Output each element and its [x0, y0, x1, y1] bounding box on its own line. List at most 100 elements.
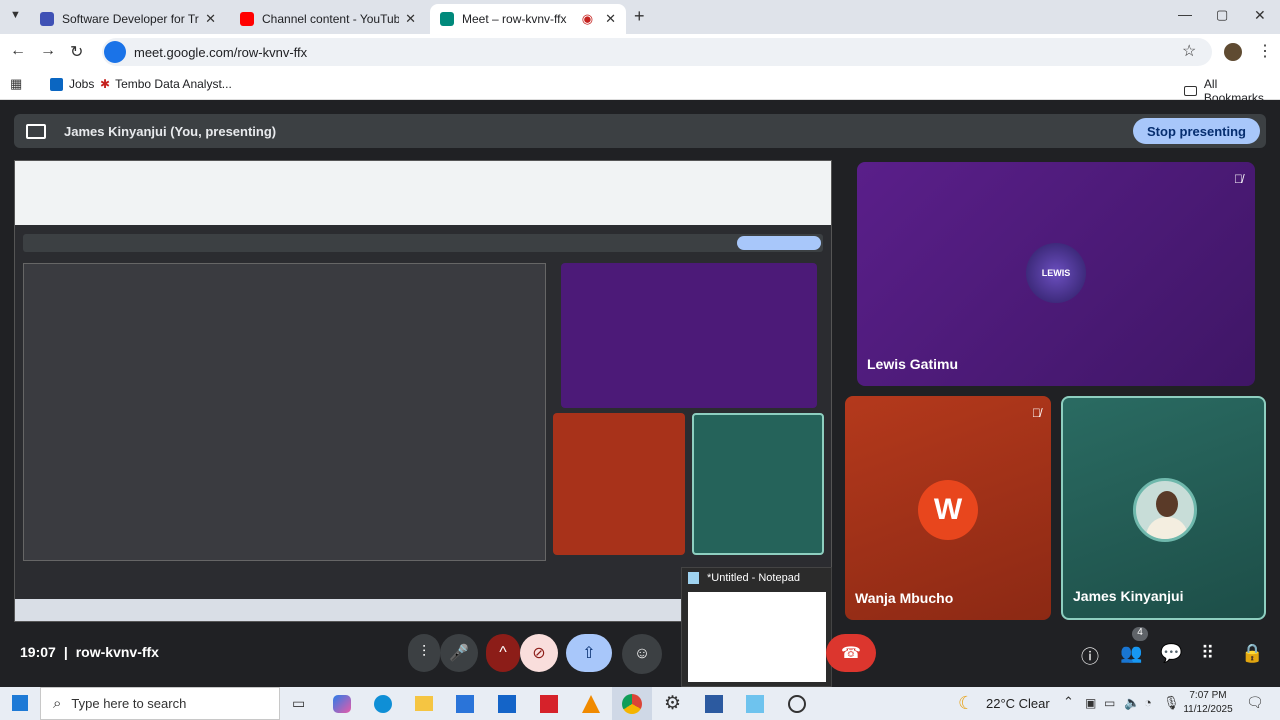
bookmark-tembo[interactable]: ✱ Tembo Data Analyst... [100, 77, 232, 91]
visual-studio-icon[interactable] [705, 695, 723, 713]
back-icon[interactable]: ← [10, 42, 26, 60]
present-screen-icon [26, 123, 46, 139]
vlc-icon[interactable] [582, 695, 600, 713]
presenting-bar: James Kinyanjui (You, presenting) [14, 114, 1266, 148]
shared-lewis-tile [561, 263, 817, 408]
address-bar[interactable]: meet.google.com/row-kvnv-ffx [102, 38, 1212, 66]
wanja-avatar: W [918, 480, 978, 540]
volume-icon[interactable]: 🔈 [1124, 695, 1140, 711]
taskbar-clock[interactable]: 7:07 PM 11/12/2025 [1182, 689, 1234, 717]
menu-kebab-icon[interactable]: ⋮ [1257, 41, 1273, 61]
maximize-icon[interactable]: ▢ [1216, 7, 1228, 23]
wanja-avatar-letter: W [933, 493, 963, 526]
office-app-icon[interactable] [540, 695, 558, 713]
apps-grid-icon[interactable]: ▦ [10, 76, 22, 92]
stop-presenting-button[interactable]: Stop presenting [1133, 118, 1260, 144]
clock-time: 7:07 PM [1189, 690, 1227, 701]
reactions-button[interactable]: ☺ [622, 634, 662, 674]
browser-tab-bar: ▼ Software Developer for Training ✕ Chan… [0, 0, 1280, 34]
weather-moon-icon: ☾ [958, 693, 975, 713]
mic-button[interactable]: 🎤 [440, 634, 478, 672]
copilot-icon[interactable] [333, 695, 351, 713]
edge-icon[interactable] [374, 695, 392, 713]
video-options-button[interactable]: ^ [486, 634, 520, 672]
new-tab-icon[interactable]: + [634, 6, 645, 27]
tab-meet[interactable]: Meet – row-kvnv-ffx ◉ ✕ [430, 4, 626, 34]
site-info-icon[interactable] [104, 41, 126, 63]
tab-title: Software Developer for Training [62, 12, 199, 26]
bookmark-label: Jobs [69, 77, 95, 91]
browser-toolbar: ← → ↻ meet.google.com/row-kvnv-ffx ☆ ⋮ [0, 34, 1280, 70]
mic-off-icon: 🎙̸ [1234, 172, 1243, 186]
recorder-icon[interactable] [788, 695, 806, 713]
notepad-thumbnail [688, 592, 826, 682]
tab-youtube-studio[interactable]: Channel content - YouTube Stu ✕ [230, 4, 426, 34]
system-tray-chevron-icon[interactable]: ⌃ [1063, 694, 1074, 710]
folder-icon [1184, 86, 1197, 96]
linkedin-icon [50, 77, 63, 91]
taskbar-search[interactable]: ⌕ Type here to search [40, 687, 280, 720]
separator: | [63, 644, 68, 660]
wifi-icon[interactable]: ◔ [1144, 695, 1152, 710]
close-tab-icon[interactable]: ✕ [405, 11, 416, 27]
task-view-icon[interactable]: ▭ [292, 695, 305, 712]
tab-software-developer[interactable]: Software Developer for Training ✕ [30, 4, 226, 34]
participant-tile-james[interactable]: James Kinyanjui [1061, 396, 1266, 620]
minimize-icon[interactable]: — [1178, 6, 1192, 22]
close-tab-icon[interactable]: ✕ [605, 11, 616, 27]
bookmark-star-icon[interactable]: ☆ [1182, 41, 1196, 61]
weather-text[interactable]: 22°C Clear [986, 696, 1050, 711]
present-button[interactable]: ⇧ [566, 634, 612, 672]
windows-start-icon[interactable] [12, 695, 28, 711]
host-controls-lock-icon[interactable]: 🔒 [1241, 643, 1263, 664]
close-window-icon[interactable]: ✕ [1254, 7, 1266, 24]
tab-list-chevron-icon[interactable]: ▼ [10, 9, 21, 21]
participant-tile-wanja[interactable]: W 🎙̸ Wanja Mbucho [845, 396, 1051, 620]
meeting-info: 19:07 | row-kvnv-ffx [20, 644, 159, 660]
meeting-time: 19:07 [20, 644, 56, 660]
youtube-icon [240, 12, 254, 26]
chat-icon[interactable]: 💬 [1160, 643, 1182, 664]
profile-avatar[interactable] [1224, 43, 1242, 61]
tray-mic-icon[interactable]: 🎙 [1163, 695, 1180, 711]
search-placeholder: Type here to search [71, 696, 187, 711]
tab-title: Meet – row-kvnv-ffx [462, 12, 567, 26]
meeting-code: row-kvnv-ffx [75, 644, 159, 660]
leave-call-button[interactable]: ☎ [826, 634, 876, 672]
notepad-taskbar-icon[interactable] [746, 695, 764, 713]
reload-icon[interactable]: ↻ [70, 42, 83, 62]
shared-browser-chrome [15, 161, 831, 225]
settings-gear-icon[interactable]: ⚙ [664, 692, 681, 715]
notification-icon[interactable]: 🗨 [1246, 694, 1264, 711]
store-icon[interactable] [456, 695, 474, 713]
participant-name: Wanja Mbucho [855, 590, 954, 606]
activities-grid-icon[interactable]: ⠿ [1201, 643, 1214, 664]
recording-indicator-icon: ◉ [581, 11, 594, 26]
camera-off-button[interactable]: ⊘ [520, 634, 558, 672]
close-tab-icon[interactable]: ✕ [205, 11, 216, 27]
clock-date: 11/12/2025 [1183, 704, 1233, 715]
bookmark-label: Tembo Data Analyst... [115, 77, 232, 91]
tray-app-icon[interactable]: ▣ [1085, 696, 1096, 710]
meet-stage: James Kinyanjui (You, presenting) LEWIS … [0, 100, 1280, 687]
notepad-preview[interactable]: *Untitled - Notepad [681, 567, 832, 687]
url-text: meet.google.com/row-kvnv-ffx [134, 44, 308, 60]
people-icon[interactable]: 👥 [1120, 643, 1142, 664]
people-count-badge: 4 [1132, 627, 1148, 641]
participant-name: Lewis Gatimu [867, 356, 959, 372]
search-icon: ⌕ [53, 695, 62, 712]
windows-taskbar: ⌕ Type here to search ▭ ⚙ ☾ 22°C Clear ⌃… [0, 687, 1280, 720]
meet-icon [440, 12, 454, 26]
battery-icon[interactable]: ▭ [1104, 696, 1115, 710]
shared-wanja-tile [553, 413, 685, 555]
lewis-avatar-text: LEWIS [1041, 268, 1071, 278]
bookmark-jobs[interactable]: Jobs [50, 77, 94, 91]
participant-tile-lewis[interactable]: LEWIS 🎙̸ Lewis Gatimu [857, 162, 1255, 386]
outlook-icon[interactable] [498, 695, 516, 713]
mic-off-icon: 🎙̸ [1032, 406, 1041, 420]
info-icon[interactable]: ⓘ [1081, 643, 1099, 669]
audio-settings-button[interactable]: ⫶ [408, 634, 440, 672]
bookmarks-bar: ▦ Jobs ✱ Tembo Data Analyst... All Bookm… [0, 70, 1280, 105]
forward-icon[interactable]: → [40, 42, 56, 60]
file-explorer-icon[interactable] [415, 696, 433, 711]
